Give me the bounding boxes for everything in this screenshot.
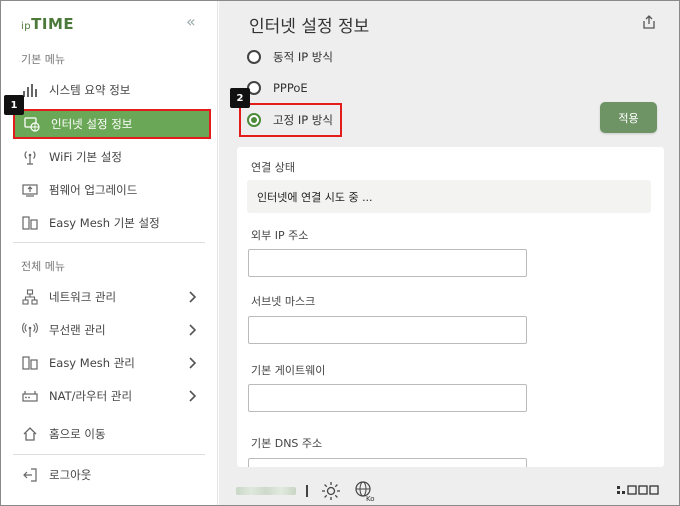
sidebar-item-logout[interactable]: 로그아웃 [13, 460, 211, 490]
basic-menu-heading: 기본 메뉴 [21, 53, 65, 66]
sidebar-item-wifi-settings[interactable]: WiFi 기본 설정 [13, 142, 211, 172]
layout-grid-icon[interactable] [617, 485, 663, 495]
annotation-badge-1: 1 [4, 95, 24, 115]
wireless-icon [21, 321, 39, 339]
sidebar-item-system-summary[interactable]: 시스템 요약 정보 [13, 75, 211, 105]
subnet-label: 서브넷 마스크 [251, 295, 316, 308]
export-icon[interactable] [641, 14, 657, 30]
chevron-right-icon [189, 390, 197, 402]
sidebar-item-wireless[interactable]: 무선랜 관리 [13, 315, 211, 345]
home-icon [21, 425, 39, 443]
mesh-icon [21, 214, 39, 232]
radio-label: PPPoE [273, 81, 308, 95]
radio-button[interactable] [247, 50, 261, 64]
mesh-icon [21, 354, 39, 372]
sidebar-item-label: 로그아웃 [49, 468, 92, 482]
gateway-label: 기본 게이트웨이 [251, 364, 326, 377]
firmware-upgrade-icon [21, 181, 39, 199]
sidebar-item-label: 시스템 요약 정보 [49, 83, 131, 97]
status-value-box: 인터넷에 연결 시도 중 ... [247, 180, 651, 213]
router-icon [21, 387, 39, 405]
collapse-sidebar-icon[interactable]: « [186, 12, 196, 31]
external-ip-input[interactable] [248, 249, 527, 277]
static-ip-highlight-box [239, 103, 342, 137]
chevron-right-icon [189, 357, 197, 369]
sidebar-item-home[interactable]: 홈으로 이동 [13, 419, 211, 449]
brightness-icon[interactable] [321, 481, 341, 501]
sidebar-item-label: 인터넷 설정 정보 [51, 117, 133, 131]
dns-label: 기본 DNS 주소 [251, 437, 323, 450]
subnet-mask-input[interactable] [248, 316, 527, 344]
chevron-right-icon [189, 291, 197, 303]
logo-main: TIME [31, 15, 75, 33]
footer-bar: Ko [219, 471, 679, 505]
sidebar-item-easymesh-basic[interactable]: Easy Mesh 기본 설정 [13, 208, 211, 238]
apply-button[interactable]: 적용 [600, 102, 657, 133]
sidebar-divider [13, 454, 205, 455]
sidebar-item-nat-router[interactable]: NAT/라우터 관리 [13, 381, 211, 411]
external-ip-label: 외부 IP 주소 [251, 229, 309, 242]
globe-internet-icon [23, 115, 41, 133]
logo-prefix: ip [21, 21, 32, 32]
radio-pppoe[interactable]: PPPoE [247, 77, 308, 99]
page-title: 인터넷 설정 정보 [249, 17, 370, 37]
sidebar-item-internet-settings[interactable]: 인터넷 설정 정보 [13, 109, 211, 139]
sidebar-divider [13, 242, 205, 243]
logout-icon [21, 466, 39, 484]
chevron-right-icon [189, 324, 197, 336]
gateway-input[interactable] [248, 384, 527, 412]
sidebar-item-label: Easy Mesh 기본 설정 [49, 216, 160, 230]
footer-separator [306, 485, 308, 497]
all-menu-heading: 전체 메뉴 [21, 260, 65, 273]
sidebar-item-label: Easy Mesh 관리 [49, 356, 135, 370]
sidebar-item-firmware[interactable]: 펌웨어 업그레이드 [13, 175, 211, 205]
sidebar-item-label: NAT/라우터 관리 [49, 389, 133, 403]
language-badge: Ko [366, 495, 375, 502]
status-value: 인터넷에 연결 시도 중 ... [257, 190, 373, 204]
wifi-antenna-icon [21, 148, 39, 166]
sidebar-item-label: WiFi 기본 설정 [49, 150, 122, 164]
status-label: 연결 상태 [251, 161, 295, 174]
iptime-logo[interactable]: ipTIME [21, 15, 74, 33]
annotation-badge-2: 2 [230, 88, 250, 108]
sidebar: ipTIME « 기본 메뉴 시스템 요약 정보 인터넷 설정 정보 WiFi … [1, 1, 218, 505]
sidebar-item-label: 네트워크 관리 [49, 290, 117, 304]
settings-panel: 연결 상태 인터넷에 연결 시도 중 ... 외부 IP 주소 서브넷 마스크 … [237, 147, 664, 467]
radio-label: 동적 IP 방식 [273, 50, 333, 64]
network-icon [21, 288, 39, 306]
radio-dynamic-ip[interactable]: 동적 IP 방식 [247, 46, 333, 68]
language-globe-icon[interactable]: Ko [354, 480, 376, 502]
main-content: 인터넷 설정 정보 동적 IP 방식 PPPoE 고정 IP 방식 2 적용 연… [219, 1, 679, 505]
sidebar-item-label: 무선랜 관리 [49, 323, 106, 337]
sidebar-item-network[interactable]: 네트워크 관리 [13, 282, 211, 312]
sidebar-item-label: 홈으로 이동 [49, 427, 106, 441]
dns-input[interactable] [248, 458, 527, 467]
sidebar-item-easymesh[interactable]: Easy Mesh 관리 [13, 348, 211, 378]
sidebar-item-label: 펌웨어 업그레이드 [49, 183, 138, 197]
blurred-text [236, 487, 296, 495]
